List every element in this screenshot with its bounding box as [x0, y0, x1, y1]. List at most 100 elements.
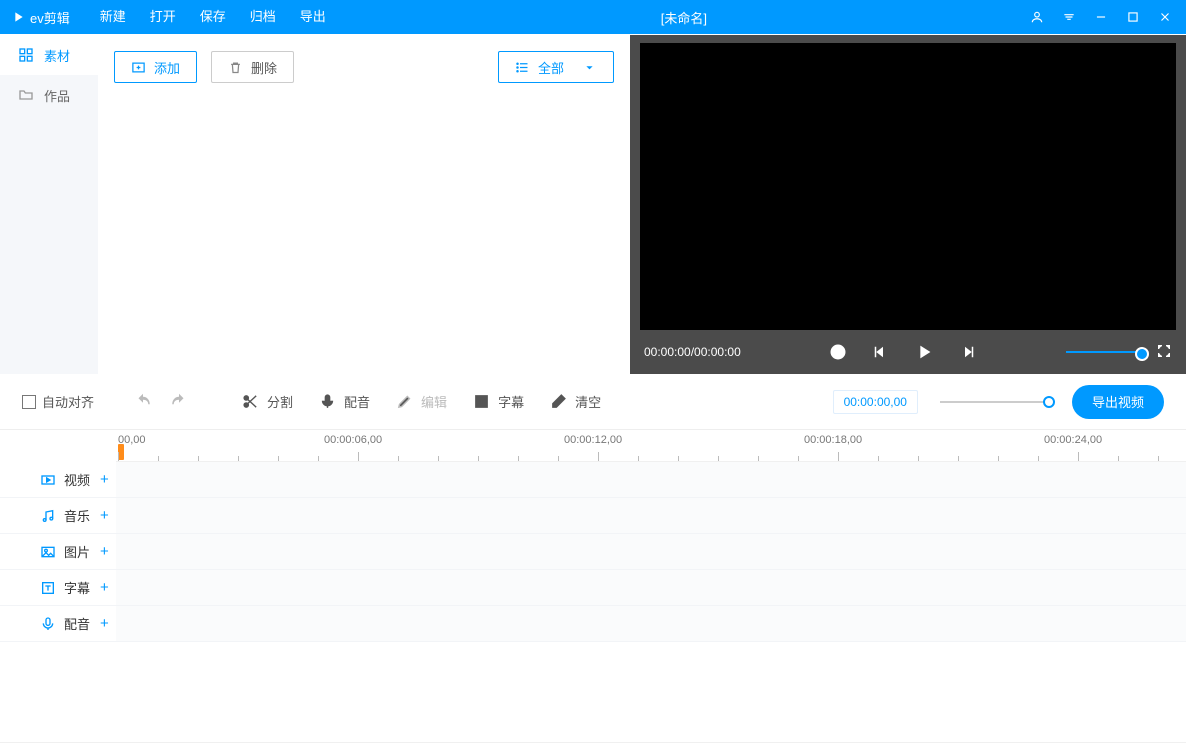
clear-button[interactable]: 清空 — [550, 392, 601, 411]
tab-works-label: 作品 — [44, 86, 70, 105]
menu-open[interactable]: 打开 — [138, 0, 188, 34]
track-image-lane[interactable] — [116, 534, 1186, 569]
volume-slider[interactable] — [1066, 351, 1144, 353]
tab-works[interactable]: 作品 — [0, 75, 98, 115]
checkbox-icon — [22, 395, 36, 409]
ruler-label: 00:00:24,00 — [1044, 434, 1102, 446]
preview-time: 00:00:00/00:00:00 — [644, 345, 741, 359]
music-track-icon — [40, 508, 56, 524]
dub-track-icon — [40, 616, 56, 632]
track-video-lane[interactable] — [116, 462, 1186, 497]
add-folder-icon — [131, 60, 146, 75]
prev-frame-icon[interactable] — [871, 343, 889, 361]
titlebar: ev剪辑 新建 打开 保存 归档 导出 [未命名] — [0, 0, 1186, 34]
menu-new[interactable]: 新建 — [88, 0, 138, 34]
add-video-track-button[interactable]: + — [100, 472, 109, 487]
tracks: 视频 + 音乐 + 图片 + 字幕 + — [0, 462, 1186, 642]
zoom-slider[interactable] — [940, 401, 1050, 403]
export-video-button[interactable]: 导出视频 — [1072, 385, 1164, 419]
filter-label: 全部 — [538, 58, 564, 77]
preview-screen[interactable] — [640, 43, 1176, 330]
track-music-lane[interactable] — [116, 498, 1186, 533]
microphone-icon — [319, 393, 336, 410]
image-track-icon — [40, 544, 56, 560]
preview-pane: 00:00:00/00:00:00 — [630, 35, 1186, 374]
add-media-label: 添加 — [154, 58, 180, 77]
folder-icon — [18, 87, 34, 103]
timeline-ruler[interactable]: 00,00 00:00:06,00 00:00:12,00 00:00:18,0… — [116, 430, 1186, 462]
dub-label: 配音 — [344, 392, 370, 411]
track-image: 图片 + — [0, 534, 1186, 570]
scissors-icon — [242, 393, 259, 410]
add-dub-track-button[interactable]: + — [100, 616, 109, 631]
add-music-track-button[interactable]: + — [100, 508, 109, 523]
edit-label: 编辑 — [421, 392, 447, 411]
sidetabs: 素材 作品 — [0, 35, 98, 374]
track-subtitle: 字幕 + — [0, 570, 1186, 606]
eraser-icon — [550, 393, 567, 410]
media-pane: 添加 删除 全部 — [98, 35, 630, 374]
subtitle-track-icon — [40, 580, 56, 596]
play-logo-icon — [10, 9, 26, 25]
grid-icon — [18, 47, 34, 63]
document-title: [未命名] — [338, 8, 1030, 27]
delete-media-button[interactable]: 删除 — [211, 51, 294, 83]
menu-more-icon[interactable] — [1062, 10, 1076, 24]
ruler-label: 00,00 — [118, 434, 146, 446]
track-dub-label: 配音 — [64, 614, 90, 633]
list-icon — [515, 60, 530, 75]
filter-dropdown[interactable]: 全部 — [498, 51, 614, 83]
stop-icon[interactable] — [829, 343, 847, 361]
delete-media-label: 删除 — [251, 58, 277, 77]
user-icon[interactable] — [1030, 10, 1044, 24]
minimize-icon[interactable] — [1094, 10, 1108, 24]
menu-save[interactable]: 保存 — [188, 0, 238, 34]
timeline: 00,00 00:00:06,00 00:00:12,00 00:00:18,0… — [0, 430, 1186, 743]
chevron-down-icon — [582, 60, 597, 75]
add-image-track-button[interactable]: + — [100, 544, 109, 559]
next-frame-icon[interactable] — [959, 343, 977, 361]
app-logo: ev剪辑 — [10, 8, 70, 27]
autoalign-checkbox[interactable]: 自动对齐 — [22, 392, 94, 411]
tab-materials-label: 素材 — [44, 46, 70, 65]
dub-button[interactable]: 配音 — [319, 392, 370, 411]
track-dub-lane[interactable] — [116, 606, 1186, 641]
edit-toolbar: 自动对齐 分割 配音 编辑 字幕 清空 00:00:00,00 导出视频 — [0, 374, 1186, 430]
track-subtitle-label: 字幕 — [64, 578, 90, 597]
menu-archive[interactable]: 归档 — [238, 0, 288, 34]
subtitle-tool-label: 字幕 — [498, 392, 524, 411]
track-video: 视频 + — [0, 462, 1186, 498]
ruler-label: 00:00:06,00 — [324, 434, 382, 446]
split-button[interactable]: 分割 — [242, 392, 293, 411]
text-box-icon — [473, 393, 490, 410]
play-icon[interactable] — [913, 341, 935, 363]
fullscreen-icon[interactable] — [1156, 343, 1172, 359]
subtitle-tool-button[interactable]: 字幕 — [473, 392, 524, 411]
trash-icon — [228, 60, 243, 75]
track-video-label: 视频 — [64, 470, 90, 489]
app-name: ev剪辑 — [30, 8, 70, 27]
split-label: 分割 — [267, 392, 293, 411]
add-media-button[interactable]: 添加 — [114, 51, 197, 83]
menubar: 新建 打开 保存 归档 导出 — [88, 0, 338, 34]
track-dub: 配音 + — [0, 606, 1186, 642]
track-subtitle-lane[interactable] — [116, 570, 1186, 605]
pencil-icon — [396, 393, 413, 410]
clear-label: 清空 — [575, 392, 601, 411]
ruler-label: 00:00:12,00 — [564, 434, 622, 446]
edit-button[interactable]: 编辑 — [396, 392, 447, 411]
track-music-label: 音乐 — [64, 506, 90, 525]
video-track-icon — [40, 472, 56, 488]
upper-workspace: 素材 作品 添加 删除 全部 00:00:00/00:00: — [0, 34, 1186, 374]
menu-export[interactable]: 导出 — [288, 0, 338, 34]
redo-icon[interactable] — [170, 393, 188, 411]
time-cursor-display: 00:00:00,00 — [833, 390, 918, 414]
tab-materials[interactable]: 素材 — [0, 35, 98, 75]
ruler-label: 00:00:18,00 — [804, 434, 862, 446]
close-icon[interactable] — [1158, 10, 1172, 24]
track-image-label: 图片 — [64, 542, 90, 561]
preview-controls: 00:00:00/00:00:00 — [640, 330, 1176, 374]
maximize-icon[interactable] — [1126, 10, 1140, 24]
add-subtitle-track-button[interactable]: + — [100, 580, 109, 595]
undo-icon[interactable] — [134, 393, 152, 411]
